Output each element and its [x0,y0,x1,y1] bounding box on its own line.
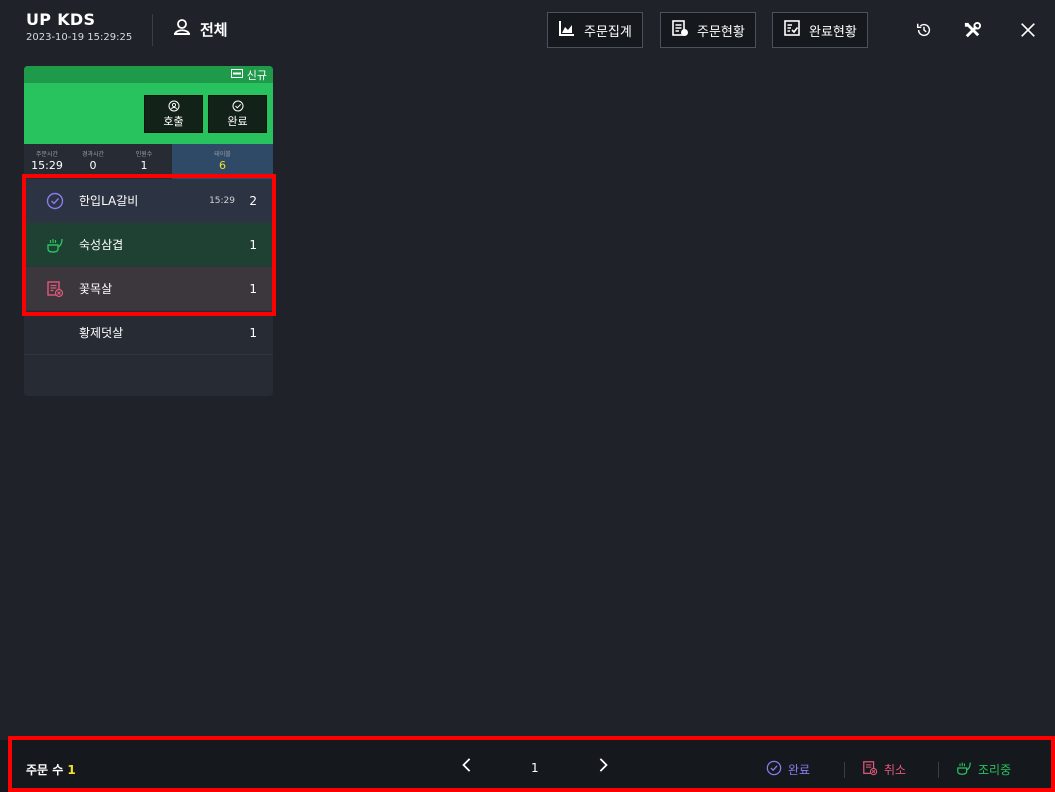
completed-status-label: 완료현황 [809,24,857,40]
order-count: 주문 수1 [26,761,76,778]
menu-item[interactable]: 황제덧살 1 [24,311,273,355]
current-datetime: 2023-10-19 15:29:25 [26,32,133,43]
complete-button[interactable]: 완료 [208,95,267,133]
tools-icon[interactable] [960,18,984,42]
stat-value: 1 [140,159,148,172]
page-number: 1 [531,761,539,775]
legend-complete: 완료 [766,760,810,779]
order-count-label: 주문 수 [26,763,64,777]
close-icon[interactable] [1016,18,1040,42]
complete-label: 완료 [227,115,248,128]
menu-item-qty: 1 [249,325,257,340]
call-icon [168,100,180,115]
bottom-bar: 주문 수1 1 완료 취소 조리중 [0,740,1055,792]
stat-elapsed-time: 경과시간 0 [70,144,116,179]
new-badge: 신규 [24,66,273,83]
menu-item-name: 황제덧살 [79,326,124,340]
order-count-value: 1 [67,763,76,777]
app-name: UP KDS [26,10,96,29]
chart-icon [558,19,576,41]
call-label: 호출 [163,115,184,128]
order-summary-label: 주문집계 [584,24,632,40]
menu-item[interactable]: 꽃목살 1 [24,267,273,311]
stat-label: 주문시간 [35,151,59,158]
legend-cooking-label: 조리중 [978,763,1012,777]
cancel-order-icon [46,280,64,298]
stat-people: 인원수 1 [116,144,172,179]
check-icon [232,100,244,115]
menu-item-qty: 1 [249,237,257,252]
legend-divider [938,762,939,778]
top-bar: UP KDS 2023-10-19 15:29:25 전체 주문집계 주문현황 … [0,0,1055,62]
menu-item-name: 숙성삼겹 [79,238,124,252]
call-button[interactable]: 호출 [144,95,203,133]
checklist-icon [783,19,801,41]
complete-check-icon [46,192,64,210]
cooking-pot-icon [956,760,972,779]
legend-cancel-label: 취소 [884,763,907,777]
menu-item-time: 15:29 [209,195,235,206]
stat-label: 인원수 [135,151,153,158]
stat-value: 0 [89,159,97,172]
people-icon [172,18,192,40]
legend-cooking: 조리중 [956,760,1011,779]
order-card: 신규 호출 완료 주문시간 15:29 경과시간 0 인원수 1 테이블 6 한… [24,66,273,396]
order-stats: 주문시간 15:29 경과시간 0 인원수 1 테이블 6 [24,144,273,179]
completed-status-button[interactable]: 완료현황 [772,12,868,48]
complete-check-icon [766,760,782,779]
menu-item-name: 꽃목살 [79,282,113,296]
stat-label: 테이블 [214,151,231,158]
legend-complete-label: 완료 [788,763,811,777]
scope-label: 전체 [200,20,228,39]
menu-item-qty: 1 [249,281,257,296]
legend-divider [844,762,845,778]
stat-table: 테이블 6 [172,144,273,179]
card-header: 신규 호출 완료 [24,66,273,144]
chevron-right-icon[interactable] [596,756,610,778]
menu-item[interactable]: 한입LA갈비 15:29 2 [24,179,273,223]
cancel-order-icon [862,760,878,779]
order-status-button[interactable]: 주문현황 [660,12,756,48]
stat-label: 경과시간 [81,151,105,158]
cooking-pot-icon [46,236,64,254]
order-summary-button[interactable]: 주문집계 [547,12,643,48]
new-badge-label: 신규 [246,68,267,82]
order-status-label: 주문현황 [697,24,745,40]
menu-item-qty: 2 [249,193,257,208]
stat-value: 15:29 [31,159,63,172]
chevron-left-icon[interactable] [460,756,474,778]
menu-item-name: 한입LA갈비 [79,194,139,208]
header-divider [152,14,153,46]
brand: UP KDS 2023-10-19 15:29:25 [26,10,132,43]
scope-selector[interactable]: 전체 [172,18,228,40]
stat-value: 6 [219,159,226,172]
history-icon[interactable] [912,18,936,42]
stat-order-time: 주문시간 15:29 [24,144,70,179]
legend-cancel: 취소 [862,760,906,779]
new-icon [230,68,243,81]
menu-item[interactable]: 숙성삼겹 1 [24,223,273,267]
order-list-icon [671,19,689,41]
